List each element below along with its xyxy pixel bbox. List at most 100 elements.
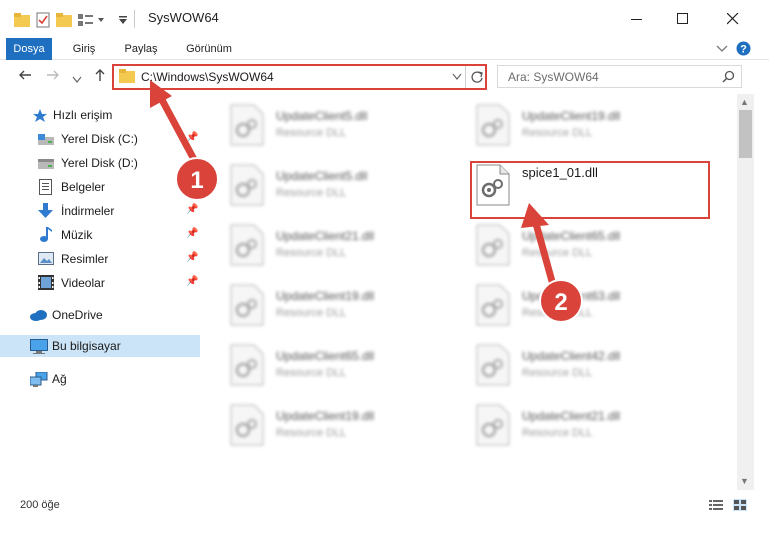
sidebar-item-label: Resimler (61, 252, 109, 266)
sidebar-item-label: Bu bilgisayar (52, 339, 121, 353)
file-type: Resource DLL (522, 427, 593, 439)
maximize-button[interactable] (660, 0, 706, 38)
properties-icon[interactable] (36, 11, 50, 29)
music-icon (40, 227, 52, 242)
search-box[interactable]: Ara: SysWOW64 (497, 65, 742, 88)
address-path[interactable]: C:\Windows\SysWOW64 (141, 70, 274, 84)
minimize-icon (631, 19, 642, 20)
file-name: UpdateClient5.dll (276, 169, 368, 183)
file-item[interactable]: UpdateClient65.dll Resource DLL (476, 220, 706, 270)
tab-home[interactable]: Giriş (64, 38, 104, 60)
file-type: Resource DLL (522, 127, 593, 139)
file-item[interactable]: UpdateClient5.dll Resource DLL (230, 100, 460, 150)
large-icons-view-icon[interactable] (733, 499, 747, 511)
sidebar-item-onedrive[interactable]: OneDrive (0, 304, 200, 326)
ribbon: Dosya Giriş Paylaş Görünüm ? (0, 38, 769, 60)
document-icon (39, 179, 52, 195)
drive-icon (38, 134, 54, 145)
file-type: Resource DLL (276, 187, 347, 199)
item-count: 200 öğe (20, 499, 60, 511)
customize-toolbar-icon[interactable] (118, 11, 128, 29)
address-bar[interactable]: C:\Windows\SysWOW64 (112, 64, 487, 90)
folder-icon (14, 11, 30, 29)
file-name: UpdateClient5.dll (276, 109, 368, 123)
close-button[interactable] (710, 0, 756, 38)
navigation-pane: Hızlı erişim Yerel Disk (C:) 📌 Yerel Dis… (0, 100, 205, 490)
forward-arrow-icon (47, 70, 59, 80)
dll-file-icon (230, 404, 264, 446)
file-type: Resource DLL (276, 367, 347, 379)
file-list: UpdateClient5.dll Resource DLL UpdateCli… (208, 94, 736, 490)
pin-icon: 📌 (186, 276, 199, 287)
file-name: UpdateClient65.dll (522, 229, 621, 243)
dll-file-icon (476, 284, 510, 326)
sidebar-item-quick-access[interactable]: Hızlı erişim (0, 104, 200, 126)
file-item[interactable]: UpdateClient21.dll Resource DLL (476, 400, 706, 450)
vertical-scrollbar[interactable]: ▲ ▼ (737, 94, 754, 490)
new-folder-icon[interactable] (56, 11, 72, 29)
network-icon (30, 372, 48, 387)
file-item[interactable]: UpdateClient42.dll Resource DLL (476, 340, 706, 390)
sidebar-item-videos[interactable]: Videolar 📌 (0, 272, 200, 294)
search-input[interactable]: Ara: SysWOW64 (508, 70, 599, 84)
sidebar-item-label: Yerel Disk (C:) (61, 132, 138, 146)
scrollbar-thumb[interactable] (739, 110, 752, 158)
file-name: UpdateClient42.dll (522, 349, 621, 363)
dll-file-icon (230, 284, 264, 326)
window-title: SysWOW64 (148, 10, 219, 25)
sidebar-item-downloads[interactable]: İndirmeler 📌 (0, 200, 200, 222)
pin-icon: 📌 (186, 132, 199, 143)
sidebar-item-label: Müzik (61, 228, 93, 242)
maximize-icon (677, 13, 688, 24)
back-button[interactable] (18, 68, 32, 86)
search-icon[interactable] (722, 70, 735, 83)
scroll-down-icon[interactable]: ▼ (740, 476, 749, 486)
file-name: UpdateClient19.dll (276, 409, 375, 423)
sidebar-item-label: Videolar (61, 276, 105, 290)
recent-locations-button[interactable] (72, 71, 82, 88)
scroll-up-icon[interactable]: ▲ (740, 97, 749, 107)
dll-file-icon (476, 344, 510, 386)
file-type: Resource DLL (276, 427, 347, 439)
details-view-icon[interactable] (709, 499, 723, 511)
cloud-icon (30, 310, 47, 321)
file-item[interactable]: UpdateClient19.dll Resource DLL (476, 100, 706, 150)
sidebar-item-label: Belgeler (61, 180, 106, 194)
back-arrow-icon (19, 70, 31, 80)
sidebar-item-local-disk-c[interactable]: Yerel Disk (C:) 📌 (0, 128, 200, 150)
file-type: Resource DLL (522, 247, 593, 259)
help-icon[interactable]: ? (736, 41, 751, 59)
forward-button[interactable] (46, 68, 60, 86)
file-item[interactable]: UpdateClient19.dll Resource DLL (230, 280, 460, 330)
up-button[interactable] (93, 68, 107, 86)
file-name: UpdateClient19.dll (276, 289, 375, 303)
file-item[interactable]: UpdateClient5.dll Resource DLL (230, 160, 460, 210)
address-dropdown-icon[interactable] (452, 73, 462, 81)
dll-file-icon (476, 224, 510, 266)
tab-file[interactable]: Dosya (6, 38, 52, 60)
computer-icon (30, 339, 48, 354)
status-bar: 200 öğe (0, 493, 769, 517)
file-highlight-box (470, 161, 710, 219)
file-name: UpdateClient21.dll (522, 409, 621, 423)
minimize-button[interactable] (614, 0, 660, 38)
file-item[interactable]: UpdateClient19.dll Resource DLL (230, 400, 460, 450)
expand-ribbon-icon[interactable] (716, 43, 728, 57)
file-item[interactable]: UpdateClient65.dll Resource DLL (230, 340, 460, 390)
sidebar-item-this-pc[interactable]: Bu bilgisayar (0, 335, 200, 357)
sidebar-item-network[interactable]: Ağ (0, 368, 200, 390)
dll-file-icon (230, 104, 264, 146)
address-divider (465, 66, 466, 88)
refresh-icon[interactable] (470, 70, 484, 84)
sidebar-item-local-disk-d[interactable]: Yerel Disk (D:) (0, 152, 200, 174)
picture-icon (38, 252, 54, 265)
sidebar-item-music[interactable]: Müzik 📌 (0, 224, 200, 246)
drive-icon (38, 159, 54, 169)
file-item[interactable]: UpdateClient21.dll Resource DLL (230, 220, 460, 270)
file-item[interactable]: UpdateClient63.dll Resource DLL (476, 280, 706, 330)
sidebar-item-pictures[interactable]: Resimler 📌 (0, 248, 200, 270)
tab-view[interactable]: Görünüm (178, 38, 240, 60)
sidebar-item-documents[interactable]: Belgeler (0, 176, 200, 198)
view-options-icon[interactable] (78, 11, 106, 29)
tab-share[interactable]: Paylaş (116, 38, 166, 60)
